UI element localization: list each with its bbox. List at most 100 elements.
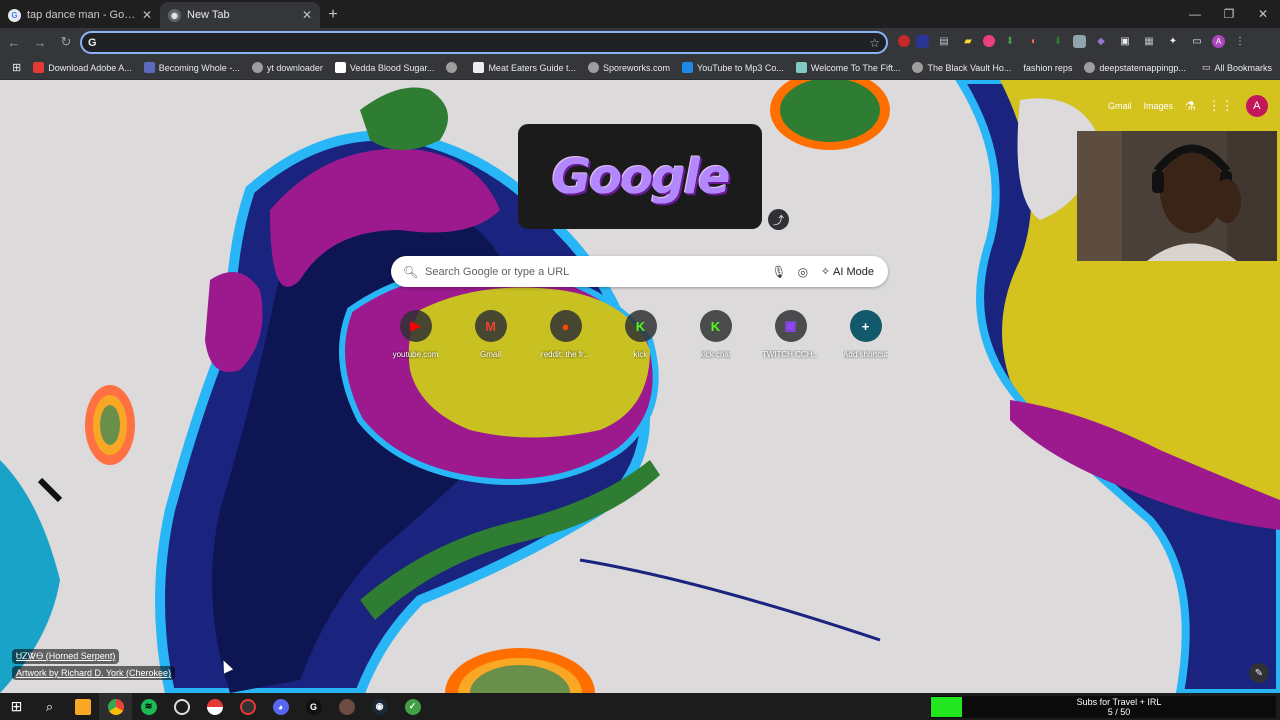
search-icon[interactable]: ⌕ [33, 693, 66, 720]
bookmark-item[interactable]: fashion reps [1017, 58, 1078, 78]
bookmark-item[interactable]: Becoming Whole -... [138, 58, 246, 78]
images-link[interactable]: Images [1144, 101, 1174, 111]
shortcut-youtube[interactable]: ▶ youtube.com [378, 310, 453, 359]
artwork-attribution: ᏌᏃᏔᎾ (Horned Serpent) Artwork by Richard… [12, 649, 176, 682]
gmail-link[interactable]: Gmail [1108, 101, 1132, 111]
spotify-icon[interactable]: ≋ [132, 693, 165, 720]
tab-new-tab[interactable]: ◉ New Tab ✕ [160, 2, 320, 28]
bookmark-favicon-icon [1084, 62, 1096, 73]
minimize-icon[interactable]: — [1178, 0, 1212, 28]
search-box[interactable]: 🔍︎ 🎙︎ ◎ ✧ AI Mode [391, 256, 888, 287]
bookmark-favicon-icon [446, 62, 458, 73]
shortcut-twitch[interactable]: ▣ TWITCH CCH... [753, 310, 828, 359]
address-bar[interactable]: G ☆ [80, 31, 888, 54]
google-icon: G [88, 36, 97, 49]
extension-download-icon[interactable]: ⬇ [1001, 32, 1019, 50]
search-input[interactable] [425, 265, 767, 278]
back-icon[interactable]: ← [2, 30, 26, 54]
close-tab-icon[interactable]: ✕ [302, 8, 312, 22]
top-right-links: Gmail Images ⚗ ⋮⋮ A [1108, 95, 1268, 117]
subs-goal-title: Subs for Travel + IRL [1076, 697, 1162, 707]
green-app-icon[interactable]: ✓ [396, 693, 429, 720]
shortcut-label: Add shortcut [843, 350, 888, 359]
bookmark-item[interactable]: Vedda Blood Sugar... [329, 58, 441, 78]
g-app-icon[interactable]: G [297, 693, 330, 720]
pokeball-icon[interactable] [198, 693, 231, 720]
extension-doc-icon[interactable]: ▦ [1140, 32, 1158, 50]
extensions-puzzle-icon[interactable]: ✦ [1164, 32, 1182, 50]
bookmark-item[interactable] [440, 58, 467, 78]
obs-icon[interactable] [165, 693, 198, 720]
extension-grid-icon[interactable] [1073, 34, 1086, 48]
google-doodle[interactable]: Google [518, 124, 762, 229]
bookmark-label: Sporeworks.com [602, 62, 671, 73]
shortcut-label: kick [633, 350, 648, 359]
doodle-logo-text: Google [551, 148, 731, 205]
new-tab-button[interactable]: + [320, 2, 346, 28]
all-bookmarks-folder[interactable]: ▭ All Bookmarks [1202, 56, 1272, 79]
share-icon[interactable]: ⤴ [768, 209, 789, 230]
bookmark-star-icon[interactable]: ☆ [869, 36, 880, 50]
bookmark-label: YouTube to Mp3 Co... [697, 62, 784, 73]
discord-icon[interactable]: ◕ [264, 693, 297, 720]
bookmark-item[interactable]: Welcome To The Fift... [790, 58, 907, 78]
extension-gamepad-icon[interactable]: ▣ [1116, 32, 1134, 50]
bookmark-favicon-icon [251, 62, 263, 73]
extension-purple-icon[interactable]: ◆ [1092, 32, 1110, 50]
voice-search-icon[interactable]: 🎙︎ [767, 265, 791, 279]
game-app-icon[interactable] [330, 693, 363, 720]
streaming-app-icon[interactable] [231, 693, 264, 720]
add-shortcut-button[interactable]: + Add shortcut [828, 310, 903, 359]
customize-pencil-icon[interactable]: ✎ [1249, 663, 1269, 683]
artwork-title-link[interactable]: ᏌᏃᏔᎾ (Horned Serpent) [12, 649, 120, 664]
account-avatar[interactable]: A [1245, 95, 1268, 117]
ai-mode-button[interactable]: ✧ AI Mode [815, 261, 880, 282]
reading-list-icon[interactable]: ▭ [1188, 32, 1206, 50]
reload-icon[interactable]: ↻ [54, 30, 78, 54]
extension-note-icon[interactable]: ▰ [959, 32, 977, 50]
plus-icon: + [849, 310, 882, 342]
bookmark-item[interactable]: YouTube to Mp3 Co... [676, 58, 790, 78]
windows-start-icon[interactable]: ⊞ [0, 693, 33, 720]
bookmark-favicon-icon [143, 62, 155, 73]
apps-grid-icon[interactable]: ⊞ [6, 58, 27, 78]
shortcut-kick-chat[interactable]: K kick chat [678, 310, 753, 359]
file-explorer-icon[interactable] [66, 693, 99, 720]
twitch-icon: ▣ [774, 310, 807, 342]
extension-orange-icon[interactable]: ◐ [1025, 32, 1043, 50]
chrome-icon[interactable] [99, 693, 132, 720]
artwork-artist-link[interactable]: Artwork by Richard D. York (Cherokee) [12, 666, 176, 680]
shortcut-gmail[interactable]: M Gmail [453, 310, 528, 359]
forward-icon[interactable]: → [28, 30, 52, 54]
extension-pink-icon[interactable] [983, 35, 995, 47]
menu-kebab-icon[interactable]: ⋮ [1231, 32, 1249, 50]
extension-red-icon[interactable] [898, 35, 910, 47]
labs-flask-icon[interactable]: ⚗ [1185, 99, 1196, 113]
google-apps-icon[interactable]: ⋮⋮ [1208, 98, 1234, 114]
bookmark-item[interactable]: Sporeworks.com [582, 58, 676, 78]
toolbar: ← → ↻ G ☆ ▤ ▰ ⬇ ◐ ⬇ ◆ ▣ ▦ ✦ ▭ A ⋮ [0, 28, 1280, 56]
lens-icon[interactable]: ◎ [791, 265, 815, 279]
shortcut-label: TWITCH CCH... [761, 350, 820, 359]
shortcut-reddit[interactable]: ● reddit: the fr... [528, 310, 603, 359]
bookmark-item[interactable]: Meat Eaters Guide t... [467, 58, 582, 78]
extension-blue-icon[interactable] [916, 34, 929, 48]
bookmark-item[interactable]: The Black Vault Ho... [906, 58, 1017, 78]
restore-icon[interactable]: ❐ [1212, 0, 1246, 28]
bookmark-item[interactable]: Download Adobe A... [27, 58, 138, 78]
close-window-icon[interactable]: ✕ [1246, 0, 1280, 28]
steam-icon[interactable]: ◉ [363, 693, 396, 720]
extensions-area: ▤ ▰ ⬇ ◐ ⬇ ◆ ▣ ▦ ✦ ▭ A ⋮ [898, 32, 1249, 50]
bookmark-item[interactable]: deepstatemappingp... [1078, 58, 1192, 78]
address-input[interactable] [102, 35, 870, 50]
subs-goal-text: Subs for Travel + IRL 5 / 50 [962, 697, 1276, 717]
close-tab-icon[interactable]: ✕ [142, 8, 152, 22]
tab-google-search[interactable]: G tap dance man - Google Search ✕ [0, 2, 160, 28]
bookmark-item[interactable]: yt downloader [246, 58, 329, 78]
subs-progress-fill [931, 697, 962, 717]
shortcut-kick[interactable]: K kick [603, 310, 678, 359]
extension-tabs-icon[interactable]: ▤ [935, 32, 953, 50]
extension-green-download-icon[interactable]: ⬇ [1049, 32, 1067, 50]
profile-avatar-icon[interactable]: A [1212, 34, 1225, 48]
ai-mode-label: AI Mode [833, 265, 874, 278]
